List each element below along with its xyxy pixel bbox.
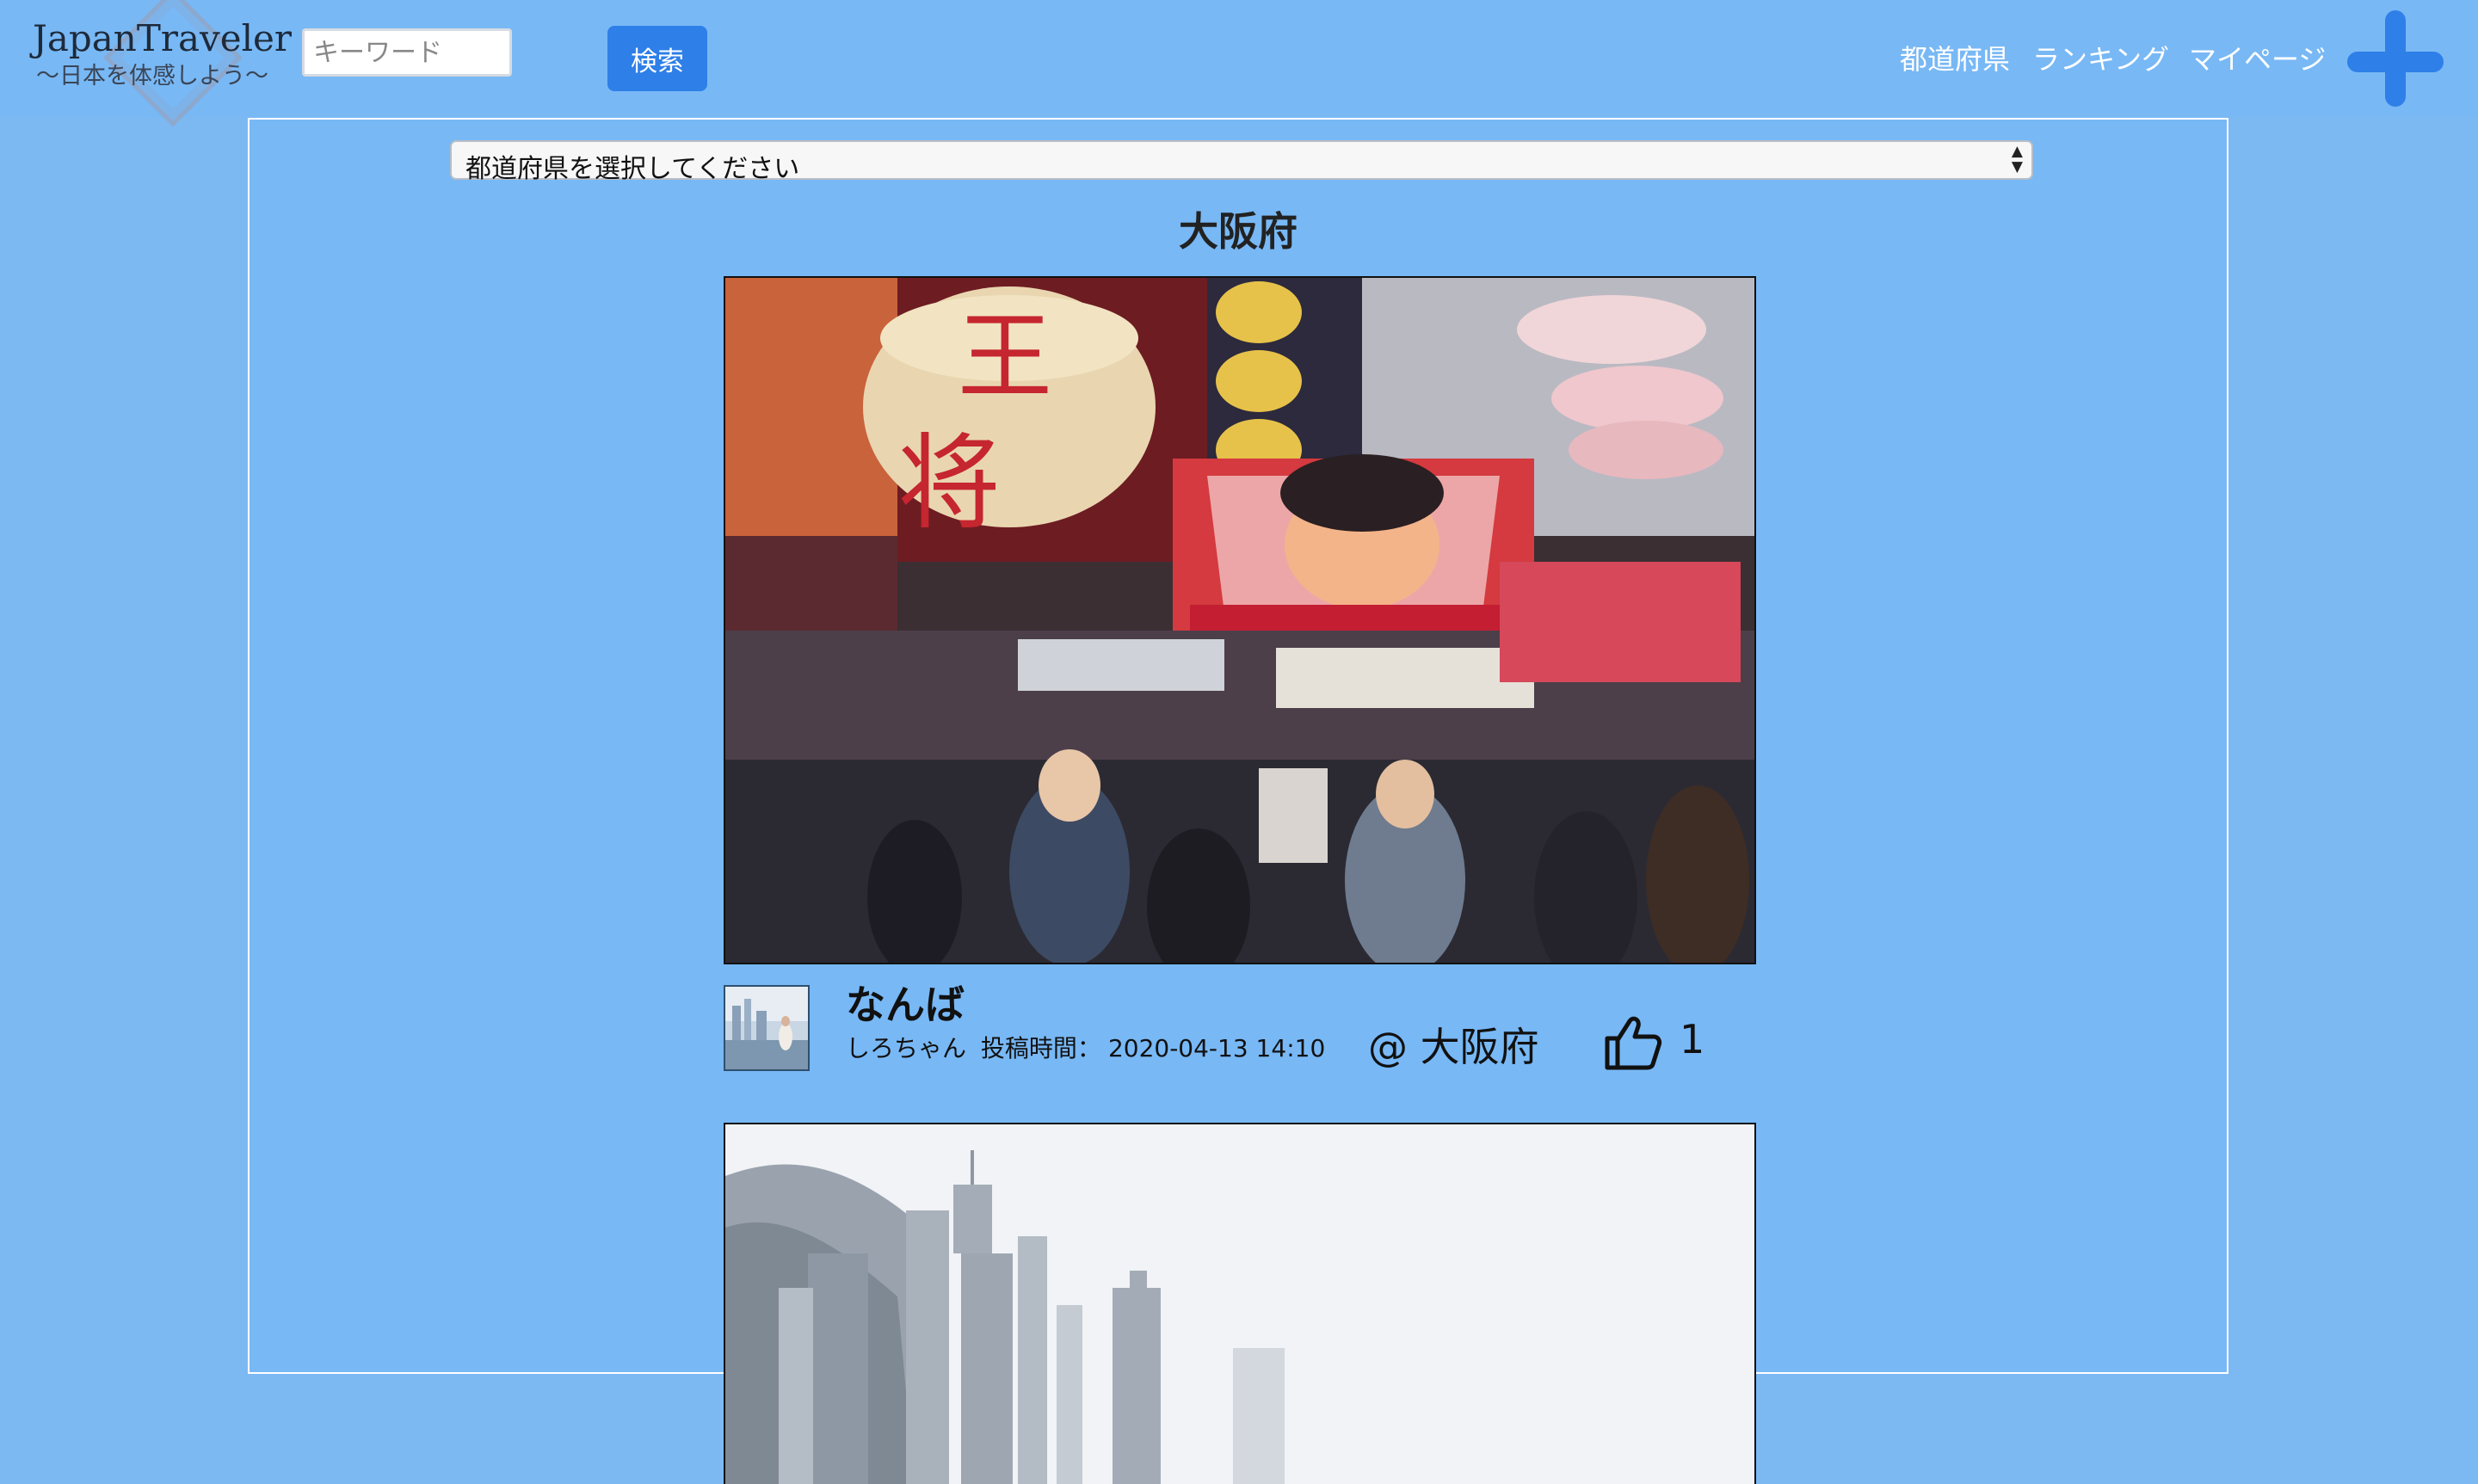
site-logo[interactable]: JapanTraveler 〜日本を体感しよう〜 [28, 0, 292, 127]
select-arrow-down: ▼ [2011, 158, 2023, 175]
site-header: JapanTraveler 〜日本を体感しよう〜 検索 都道府県 ランキング マ… [0, 0, 2478, 127]
nav-mypage[interactable]: マイページ [2189, 38, 2326, 77]
svg-text:将: 将 [897, 424, 1001, 544]
plus-icon[interactable] [2345, 9, 2445, 108]
nav-ranking[interactable]: ランキング [2032, 38, 2169, 77]
search-input[interactable] [302, 28, 512, 77]
prefecture-select-value: 都道府県を選択してください [465, 154, 800, 184]
post-author[interactable]: しろちゃん [846, 1034, 966, 1062]
nav-prefectures[interactable]: 都道府県 [1900, 38, 2010, 77]
prefecture-select[interactable]: 都道府県を選択してください ▲ ▼ [450, 140, 2033, 184]
street-scene-photo: 王 将 [725, 278, 1754, 963]
post-location[interactable]: @ 大阪府 [1368, 1016, 1539, 1073]
post-meta: しろちゃん 投稿時間： 2020-04-13 14:10 [846, 1030, 1332, 1064]
like-count: 1 [1680, 1016, 1705, 1062]
search-button[interactable]: 検索 [607, 26, 707, 91]
post-photo[interactable]: 王 将 [724, 276, 1756, 964]
city-skyline-photo [725, 1124, 1754, 1484]
page-title: 大阪府 [1179, 208, 1298, 255]
main-content: 都道府県を選択してください ▲ ▼ 大阪府 王 将 なんば しろちゃん 投稿時間… [248, 118, 2228, 1484]
logo-title: JapanTraveler [33, 17, 292, 59]
post-photo-2[interactable] [724, 1123, 1756, 1484]
like-button[interactable]: 1 [1602, 1014, 1714, 1071]
select-arrows-icon: ▲ ▼ [2012, 144, 2023, 175]
post-time: 2020-04-13 14:10 [1107, 1034, 1326, 1062]
post-time-label: 投稿時間： [980, 1034, 1101, 1062]
logo-subtitle: 〜日本を体感しよう〜 [36, 63, 268, 89]
post-title[interactable]: なんば [846, 974, 965, 1031]
avatar-photo [725, 987, 808, 1069]
svg-text:王: 王 [958, 302, 1052, 412]
thumbs-up-icon [1605, 1016, 1662, 1070]
select-arrow-up: ▲ [2011, 143, 2023, 160]
plus-icon-horizontal [2347, 52, 2444, 72]
avatar[interactable] [724, 985, 810, 1071]
